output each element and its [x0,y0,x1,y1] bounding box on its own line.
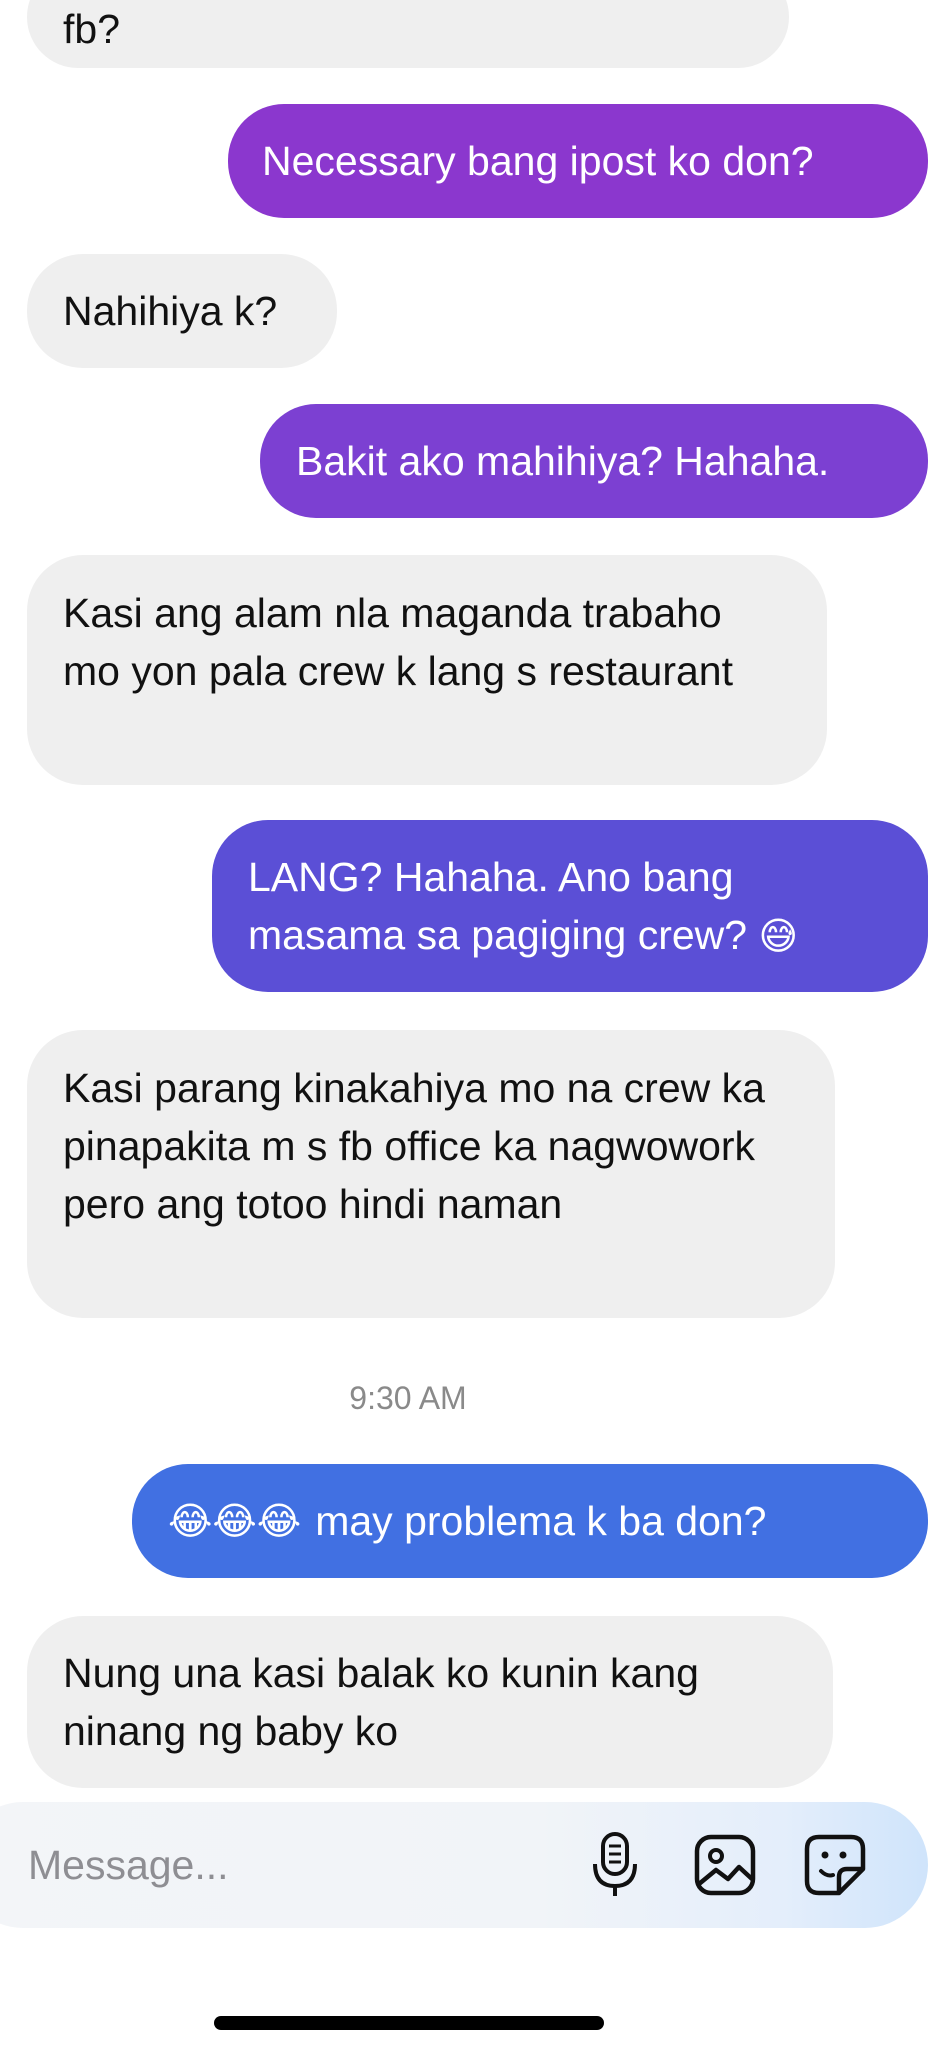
gallery-icon[interactable] [690,1830,760,1900]
message-input[interactable]: Message... [28,1802,229,1928]
message-text: Bakit ako mahihiya? Hahaha. [296,438,830,484]
message-text: Kasi ang alam nla maganda trabaho mo yon… [63,590,733,694]
message-input-placeholder: Message... [28,1841,229,1888]
message-composer: Message... [0,1802,928,1928]
message-text: Nung una kasi balak ko kunin kang ninang… [63,1650,699,1754]
sticker-icon[interactable] [800,1830,870,1900]
message-bubble-outgoing[interactable]: Necessary bang ipost ko don? [228,104,928,218]
message-bubble-incoming[interactable]: Nung una kasi balak ko kunin kang ninang… [27,1616,833,1788]
message-bubble-outgoing[interactable]: Bakit ako mahihiya? Hahaha. [260,404,928,518]
message-text: Necessary bang ipost ko don? [262,138,814,184]
message-text: fb? [63,6,120,52]
message-text: LANG? Hahaha. Ano bang masama sa pagigin… [248,854,748,958]
message-bubble-outgoing[interactable]: LANG? Hahaha. Ano bang masama sa pagigin… [212,820,928,992]
tears-of-joy-emoji: 😂😂😂 [168,1499,302,1543]
home-indicator[interactable] [214,2016,604,2030]
message-text: Nahihiya k? [63,288,278,334]
message-bubble-incoming[interactable]: Nahihiya k? [27,254,337,368]
microphone-icon[interactable] [580,1830,650,1900]
message-thread: fb? Necessary bang ipost ko don? Nahihiy… [0,0,950,1800]
message-bubble-incoming[interactable]: Kasi ang alam nla maganda trabaho mo yon… [27,555,827,785]
message-bubble-outgoing[interactable]: 😂😂😂 may problema k ba don? [132,1464,928,1578]
message-timestamp: 9:30 AM [349,1380,467,1416]
message-bubble-incoming[interactable]: Kasi parang kinakahiya mo na crew ka pin… [27,1030,835,1318]
sweat-smile-emoji: 😅 [758,914,799,958]
message-text: may problema k ba don? [315,1498,767,1544]
message-text: Kasi parang kinakahiya mo na crew ka pin… [63,1065,765,1227]
message-bubble-incoming[interactable]: fb? [27,0,789,68]
